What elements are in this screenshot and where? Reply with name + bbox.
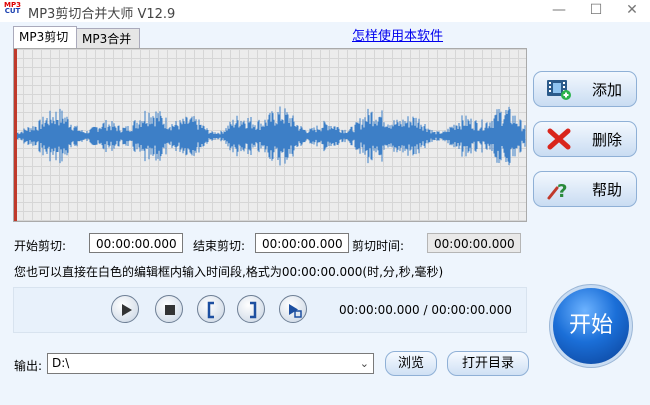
cut-duration-label: 剪切时间: (352, 239, 405, 253)
title-bar: MP3 CUT MP3剪切合并大师 V12.9 — ☐ ✕ (0, 0, 650, 22)
end-cut-label: 结束剪切: (193, 239, 246, 253)
play-icon[interactable] (111, 295, 139, 323)
tab-mp3-cut[interactable]: MP3剪切 (13, 26, 77, 49)
add-button[interactable]: 添加 (533, 71, 637, 107)
chevron-down-icon[interactable]: ⌄ (360, 354, 369, 373)
stop-icon[interactable] (155, 295, 183, 323)
waveform-trace (16, 106, 526, 166)
play-selection-icon[interactable] (279, 295, 307, 323)
cut-duration-value: 00:00:00.000 (427, 233, 521, 253)
browse-button[interactable]: 浏览 (385, 351, 437, 376)
format-hint: 您也可以直接在白色的编辑框内输入时间段,格式为00:00:00.000(时,分,… (14, 265, 444, 279)
svg-text:?: ? (557, 181, 567, 201)
time-readout: 00:00:00.000 / 00:00:00.000 (339, 303, 512, 317)
help-button[interactable]: ? 帮助 (533, 171, 637, 207)
current-position: 00:00:00.000 (339, 303, 420, 317)
start-time-input[interactable]: 00:00:00.000 (89, 233, 183, 253)
time-separator: / (423, 303, 428, 317)
playhead-cursor[interactable] (14, 49, 17, 221)
delete-button-label: 删除 (591, 131, 622, 149)
set-end-bracket-icon[interactable] (237, 295, 265, 323)
tab-mp3-merge[interactable]: MP3合并 (76, 28, 140, 49)
question-icon: ? (547, 181, 567, 201)
minimize-icon[interactable]: — (541, 0, 577, 22)
window-title: MP3剪切合并大师 V12.9 (28, 7, 176, 22)
waveform (16, 106, 526, 166)
red-x-icon (547, 128, 571, 150)
open-directory-button[interactable]: 打开目录 (447, 351, 529, 376)
help-link[interactable]: 怎样使用本软件 (352, 25, 443, 44)
app-logo-text-bottom: CUT (4, 7, 21, 15)
maximize-icon[interactable]: ☐ (578, 0, 614, 22)
output-label: 输出: (14, 359, 43, 373)
total-duration: 00:00:00.000 (431, 303, 512, 317)
film-add-icon (547, 80, 571, 100)
start-button[interactable]: 开始 (553, 288, 629, 364)
output-path-select[interactable]: D:\ ⌄ (47, 353, 374, 374)
add-button-label: 添加 (591, 81, 622, 99)
output-path-value: D:\ (52, 356, 70, 370)
close-icon[interactable]: ✕ (614, 0, 650, 22)
playback-bar: 00:00:00.000 / 00:00:00.000 (13, 287, 527, 333)
help-button-label: 帮助 (591, 181, 622, 199)
set-start-bracket-icon[interactable] (197, 295, 225, 323)
app-logo-icon: MP3 CUT (4, 2, 21, 20)
waveform-panel[interactable] (13, 48, 527, 222)
end-time-input[interactable]: 00:00:00.000 (255, 233, 349, 253)
start-cut-label: 开始剪切: (14, 239, 67, 253)
delete-button[interactable]: 删除 (533, 121, 637, 157)
